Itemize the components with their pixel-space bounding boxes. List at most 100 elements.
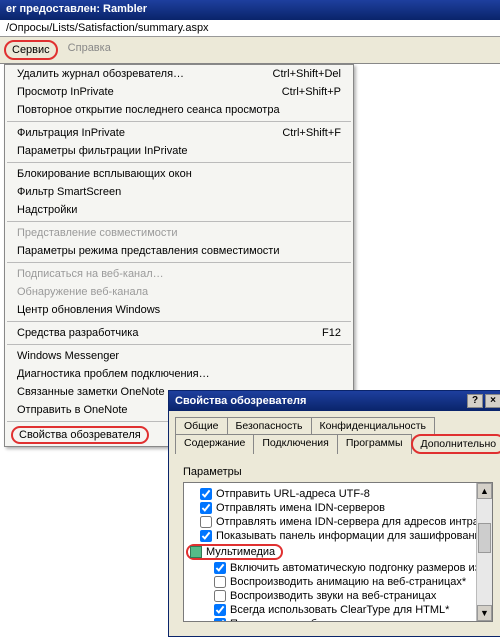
label: Всегда использовать ClearType для HTML* <box>230 604 449 616</box>
scroll-down-arrow[interactable]: ▼ <box>477 605 492 621</box>
option-auto-resize[interactable]: Включить автоматическую подгонку размеро… <box>200 561 490 575</box>
label: Отправлять имена IDN-сервера для адресов… <box>216 516 493 528</box>
menu-bar: Сервис Справка <box>0 37 500 64</box>
menu-item-windows-update[interactable]: Центр обновления Windows <box>5 301 353 319</box>
label: Просмотр InPrivate <box>17 86 114 98</box>
group-label: Параметры <box>183 466 493 478</box>
menu-item-messenger[interactable]: Windows Messenger <box>5 347 353 365</box>
menu-item-compat-view: Представление совместимости <box>5 224 353 242</box>
menu-item-inprivate[interactable]: Просмотр InPrivate Ctrl+Shift+P <box>5 83 353 101</box>
label: Повторное открытие последнего сеанса про… <box>17 104 280 116</box>
label: Удалить журнал обозревателя… <box>17 68 184 80</box>
scroll-up-arrow[interactable]: ▲ <box>477 483 492 499</box>
option-play-sounds[interactable]: Воспроизводить звуки на веб-страницах <box>200 589 490 603</box>
menu-help[interactable]: Справка <box>62 40 117 60</box>
checkbox[interactable] <box>200 502 212 514</box>
dialog-title: Свойства обозревателя <box>175 395 306 407</box>
tab-programs[interactable]: Программы <box>337 434 412 454</box>
separator <box>7 321 351 322</box>
option-cleartype[interactable]: Всегда использовать ClearType для HTML* <box>200 603 490 617</box>
tab-privacy[interactable]: Конфиденциальность <box>311 417 436 434</box>
checkbox[interactable] <box>214 618 226 622</box>
close-button[interactable]: × <box>485 394 500 408</box>
label: Обнаружение веб-канала <box>17 286 148 298</box>
menu-item-dev-tools[interactable]: Средства разработчика F12 <box>5 324 353 342</box>
menu-item-connection-diag[interactable]: Диагностика проблем подключения… <box>5 365 353 383</box>
separator <box>7 162 351 163</box>
multimedia-icon <box>190 546 202 558</box>
label: Параметры режима представления совместим… <box>17 245 280 257</box>
checkbox[interactable] <box>214 562 226 574</box>
option-play-animation[interactable]: Воспроизводить анимацию на веб-страницах… <box>200 575 490 589</box>
checkbox[interactable] <box>200 530 212 542</box>
label: Воспроизводить звуки на веб-страницах <box>230 590 436 602</box>
label: Включить автоматическую подгонку размеро… <box>230 562 493 574</box>
option-show-images[interactable]: Показывать изображения <box>200 617 490 622</box>
accelerator: Ctrl+Shift+Del <box>273 68 341 80</box>
label: Отправить в OneNote <box>17 404 128 416</box>
tab-security[interactable]: Безопасность <box>227 417 312 434</box>
menu-item-delete-history[interactable]: Удалить журнал обозревателя… Ctrl+Shift+D… <box>5 65 353 83</box>
label: Средства разработчика <box>17 327 138 339</box>
scroll-thumb[interactable] <box>478 523 491 553</box>
separator <box>7 262 351 263</box>
label: Показывать панель информации для зашифро… <box>216 530 493 542</box>
menu-item-inprivate-filter-settings[interactable]: Параметры фильтрации InPrivate <box>5 142 353 160</box>
label: Воспроизводить анимацию на веб-страницах… <box>230 576 466 588</box>
checkbox[interactable] <box>214 576 226 588</box>
label: Отправлять имена IDN-серверов <box>216 502 385 514</box>
accelerator: Ctrl+Shift+F <box>282 127 341 139</box>
address-bar[interactable]: /Опросы/Lists/Satisfaction/summary.aspx <box>0 20 500 37</box>
accelerator: Ctrl+Shift+P <box>282 86 341 98</box>
help-button[interactable]: ? <box>467 394 483 408</box>
label: Блокирование всплывающих окон <box>17 168 192 180</box>
tab-general[interactable]: Общие <box>175 417 228 434</box>
window-title: er предоставлен: Rambler <box>0 0 500 20</box>
scrollbar[interactable]: ▲ ▼ <box>476 483 492 621</box>
menu-item-feed-discovery: Обнаружение веб-канала <box>5 283 353 301</box>
label: Надстройки <box>17 204 77 216</box>
separator <box>7 344 351 345</box>
tab-content[interactable]: Содержание <box>175 434 254 454</box>
accelerator: F12 <box>322 327 341 339</box>
menu-item-popup-blocker[interactable]: Блокирование всплывающих окон <box>5 165 353 183</box>
label: Фильтр SmartScreen <box>17 186 121 198</box>
label: Диагностика проблем подключения… <box>17 368 210 380</box>
option-idn-servers[interactable]: Отправлять имена IDN-серверов <box>200 501 490 515</box>
label: Подписаться на веб-канал… <box>17 268 164 280</box>
menu-item-smartscreen[interactable]: Фильтр SmartScreen <box>5 183 353 201</box>
label: Центр обновления Windows <box>17 304 160 316</box>
label: Windows Messenger <box>17 350 119 362</box>
checkbox[interactable] <box>200 488 212 500</box>
menu-item-subscribe-feed: Подписаться на веб-канал… <box>5 265 353 283</box>
menu-item-internet-options[interactable]: Свойства обозревателя <box>11 426 149 444</box>
label: Показывать изображения <box>230 618 361 622</box>
settings-group: Параметры Отправить URL-адреса UTF-8 Отп… <box>177 460 499 628</box>
separator <box>7 121 351 122</box>
option-info-panel[interactable]: Показывать панель информации для зашифро… <box>200 529 490 543</box>
label: Связанные заметки OneNote <box>17 386 165 398</box>
label: Фильтрация InPrivate <box>17 127 125 139</box>
menu-service[interactable]: Сервис <box>4 40 58 60</box>
checkbox[interactable] <box>200 516 212 528</box>
checkbox[interactable] <box>214 590 226 602</box>
option-idn-intranet[interactable]: Отправлять имена IDN-сервера для адресов… <box>200 515 490 529</box>
menu-item-addons[interactable]: Надстройки <box>5 201 353 219</box>
label: Отправить URL-адреса UTF-8 <box>216 488 370 500</box>
menu-item-reopen-session[interactable]: Повторное открытие последнего сеанса про… <box>5 101 353 119</box>
settings-listbox[interactable]: Отправить URL-адреса UTF-8 Отправлять им… <box>183 482 493 622</box>
menu-item-inprivate-filter[interactable]: Фильтрация InPrivate Ctrl+Shift+F <box>5 124 353 142</box>
checkbox[interactable] <box>214 604 226 616</box>
label: Мультимедиа <box>206 546 275 558</box>
menu-item-compat-settings[interactable]: Параметры режима представления совместим… <box>5 242 353 260</box>
label: Представление совместимости <box>17 227 178 239</box>
tab-connections[interactable]: Подключения <box>253 434 337 454</box>
dialog-titlebar: Свойства обозревателя ? × <box>169 391 500 411</box>
option-utf8[interactable]: Отправить URL-адреса UTF-8 <box>200 487 490 501</box>
internet-options-dialog: Свойства обозревателя ? × Общие Безопасн… <box>168 390 500 637</box>
tab-advanced[interactable]: Дополнительно <box>411 434 500 454</box>
label: Параметры фильтрации InPrivate <box>17 145 188 157</box>
dialog-tabs: Общие Безопасность Конфиденциальность Со… <box>169 411 500 454</box>
category-multimedia[interactable]: Мультимедиа <box>200 543 490 561</box>
separator <box>7 221 351 222</box>
